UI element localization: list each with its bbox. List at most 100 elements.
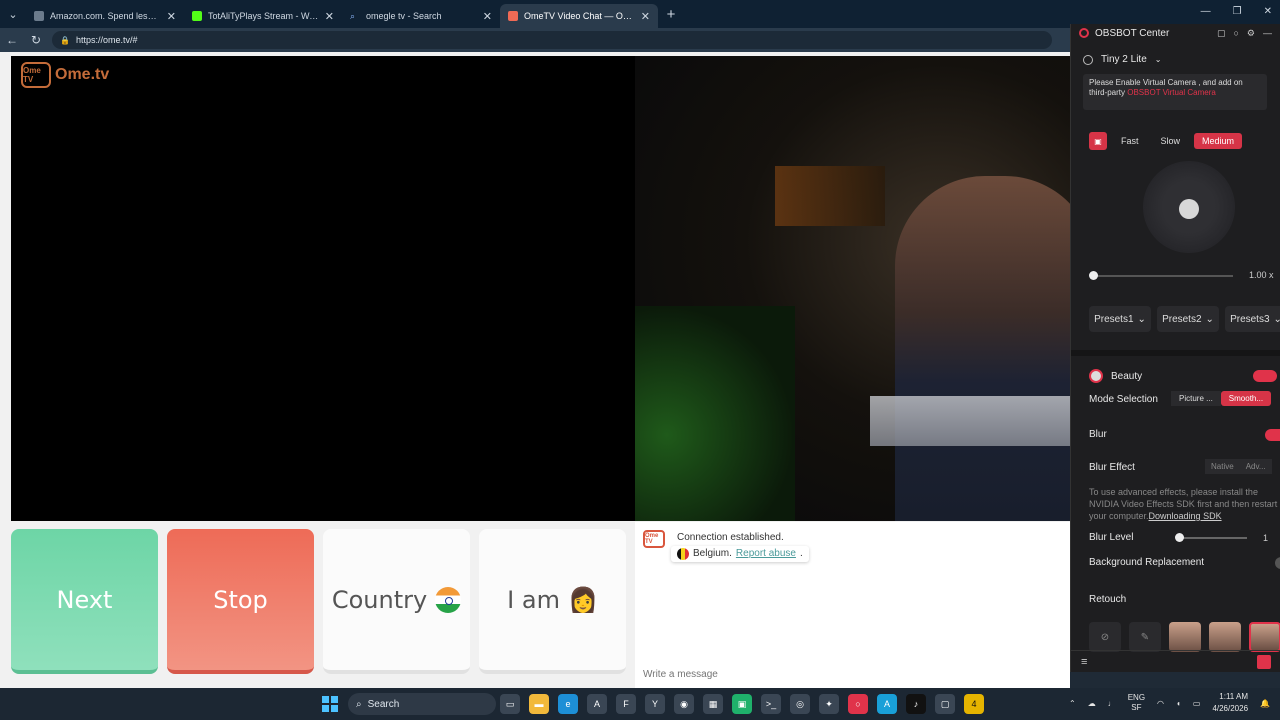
- stop-button[interactable]: Stop: [167, 529, 314, 674]
- effect-advanced[interactable]: Adv...: [1239, 459, 1272, 474]
- blur-effect-label: Blur Effect: [1089, 462, 1135, 473]
- obsbot-taskbar-icon[interactable]: ○: [848, 694, 868, 714]
- chat-message-input[interactable]: [643, 669, 1063, 680]
- wifi-icon[interactable]: ◠: [1157, 699, 1164, 708]
- retouch-face-2[interactable]: [1209, 622, 1241, 652]
- search-favicon-icon: ⌕: [350, 11, 356, 21]
- lock-icon: 🔒: [60, 35, 70, 45]
- store-icon[interactable]: ▦: [703, 694, 723, 714]
- notification-app-icon[interactable]: 4: [964, 694, 984, 714]
- zoom-handle[interactable]: [1089, 271, 1098, 280]
- new-tab-icon[interactable]: +: [658, 2, 684, 26]
- preset-3-button[interactable]: Presets3 ⌄: [1225, 306, 1280, 332]
- minimize-icon[interactable]: —: [1201, 6, 1211, 17]
- app-blue-icon[interactable]: A: [877, 694, 897, 714]
- zoom-track[interactable]: [1093, 275, 1233, 277]
- gimbal-joystick[interactable]: [1143, 161, 1235, 253]
- url-field[interactable]: 🔒 https://ome.tv/#: [52, 31, 1052, 49]
- close-tab-icon[interactable]: ✕: [641, 10, 650, 23]
- speed-fast[interactable]: Fast: [1113, 133, 1147, 149]
- clock[interactable]: 1:11 AM 4/26/2026: [1212, 691, 1248, 715]
- steam-alt-icon[interactable]: ✦: [819, 694, 839, 714]
- battery-icon[interactable]: ▭: [1193, 699, 1201, 708]
- mode-smooth[interactable]: Smooth...: [1220, 391, 1272, 406]
- tracking-icon[interactable]: [1257, 654, 1271, 669]
- tab-amazon[interactable]: Amazon.com. Spend less. Smile more. ✕: [26, 4, 184, 28]
- power-icon[interactable]: [1083, 54, 1093, 65]
- terminal-icon[interactable]: >_: [761, 694, 781, 714]
- app-a-icon[interactable]: A: [587, 694, 607, 714]
- beauty-row: Beauty: [1089, 369, 1277, 383]
- retouch-face-3[interactable]: [1249, 622, 1280, 652]
- language-indicator[interactable]: ENG SF: [1128, 693, 1145, 713]
- video-shirt-stripe: [870, 396, 1070, 446]
- gimbal-lock-icon[interactable]: ▣: [1089, 132, 1107, 150]
- close-tab-icon[interactable]: ✕: [167, 10, 176, 23]
- mode-picture[interactable]: Picture ...: [1171, 391, 1221, 406]
- obsbot-center-window: OBSBOT Center ▢ ○ ⚙ — Tiny 2 Lite ⌄ Plea…: [1070, 24, 1280, 672]
- speed-medium[interactable]: Medium: [1194, 133, 1243, 149]
- beauty-toggle[interactable]: [1253, 370, 1277, 382]
- gender-button[interactable]: I am 👩: [479, 529, 626, 674]
- tiktok-icon[interactable]: ♪: [906, 694, 926, 714]
- obsbot-record-icon[interactable]: ○: [1233, 28, 1238, 39]
- tab-ometv[interactable]: OmeTV Video Chat — Omegle ✕: [500, 4, 658, 28]
- capture-icon[interactable]: ▢: [935, 694, 955, 714]
- cloud-icon[interactable]: ☁: [1088, 699, 1096, 708]
- report-abuse-link[interactable]: Report abuse: [736, 546, 796, 562]
- chevron-down-icon: ⌄: [1205, 313, 1214, 325]
- notification-count: 4: [971, 699, 977, 709]
- retouch-face-1[interactable]: [1169, 622, 1201, 652]
- obsbot-minimize-icon[interactable]: —: [1263, 28, 1272, 39]
- start-windows-icon[interactable]: [322, 696, 338, 712]
- ometv-logo[interactable]: Ome TV Ome.tv: [21, 62, 109, 88]
- virtual-camera-link[interactable]: OBSBOT Virtual Camera: [1127, 88, 1216, 97]
- lang-bottom: SF: [1131, 703, 1142, 712]
- app-y-icon[interactable]: Y: [645, 694, 665, 714]
- tab-search[interactable]: ⌕ omegle tv - Search ✕: [342, 4, 500, 28]
- speed-slow[interactable]: Slow: [1153, 133, 1189, 149]
- task-view-icon[interactable]: ▭: [500, 694, 520, 714]
- zoom-slider[interactable]: 1.00 x: [1089, 270, 1280, 282]
- next-button[interactable]: Next: [11, 529, 158, 674]
- close-window-icon[interactable]: ✕: [1264, 6, 1272, 17]
- joystick-knob[interactable]: [1179, 199, 1199, 219]
- blur-level-handle[interactable]: [1175, 533, 1184, 542]
- volume-icon[interactable]: ◖: [1176, 699, 1181, 708]
- blur-level-track[interactable]: [1177, 537, 1247, 539]
- obsbot-settings-icon[interactable]: ⚙: [1247, 28, 1255, 39]
- refresh-icon[interactable]: ↻: [24, 28, 48, 52]
- obsbot-capture-icon[interactable]: ▢: [1217, 28, 1226, 39]
- steam-icon[interactable]: ◎: [790, 694, 810, 714]
- device-selector[interactable]: Tiny 2 Lite ⌄: [1083, 54, 1161, 65]
- iam-label: I am: [507, 585, 560, 614]
- country-button[interactable]: Country: [323, 529, 470, 674]
- taskbar-search[interactable]: ⌕ Search: [348, 693, 496, 715]
- tab-actions-icon[interactable]: ⌄: [0, 0, 26, 28]
- notifications-bell-icon[interactable]: 🔔: [1260, 699, 1270, 708]
- back-arrow-icon[interactable]: ←: [0, 28, 24, 52]
- blur-level-label: Blur Level: [1089, 532, 1134, 543]
- microphone-icon[interactable]: ♩: [1108, 699, 1116, 708]
- tab-kick-stream[interactable]: TotAliTyPlays Stream - Watch Live ✕: [184, 4, 342, 28]
- menu-icon[interactable]: ≡: [1081, 656, 1087, 668]
- github-icon[interactable]: ◉: [674, 694, 694, 714]
- close-tab-icon[interactable]: ✕: [325, 10, 334, 23]
- edge-browser-icon[interactable]: e: [558, 694, 578, 714]
- retouch-custom-icon[interactable]: ✎: [1129, 622, 1161, 652]
- blur-toggle[interactable]: [1265, 429, 1280, 441]
- close-tab-icon[interactable]: ✕: [483, 10, 492, 23]
- background-replacement-toggle[interactable]: [1275, 557, 1280, 569]
- chevron-down-icon: ⌄: [1137, 313, 1146, 325]
- preset-2-button[interactable]: Presets2 ⌄: [1157, 306, 1219, 332]
- app-f-icon[interactable]: F: [616, 694, 636, 714]
- preset-1-button[interactable]: Presets1 ⌄: [1089, 306, 1151, 332]
- download-sdk-link[interactable]: Downloading SDK: [1149, 511, 1222, 521]
- maximize-icon[interactable]: ❐: [1233, 6, 1242, 17]
- effect-native[interactable]: Native: [1205, 459, 1240, 474]
- taskbar-search-label: Search: [367, 698, 400, 710]
- retouch-none-icon[interactable]: ⊘: [1089, 622, 1121, 652]
- chevron-up-icon[interactable]: ⌃: [1069, 699, 1076, 708]
- xbox-icon[interactable]: ▣: [732, 694, 752, 714]
- file-explorer-icon[interactable]: ▬: [529, 694, 549, 714]
